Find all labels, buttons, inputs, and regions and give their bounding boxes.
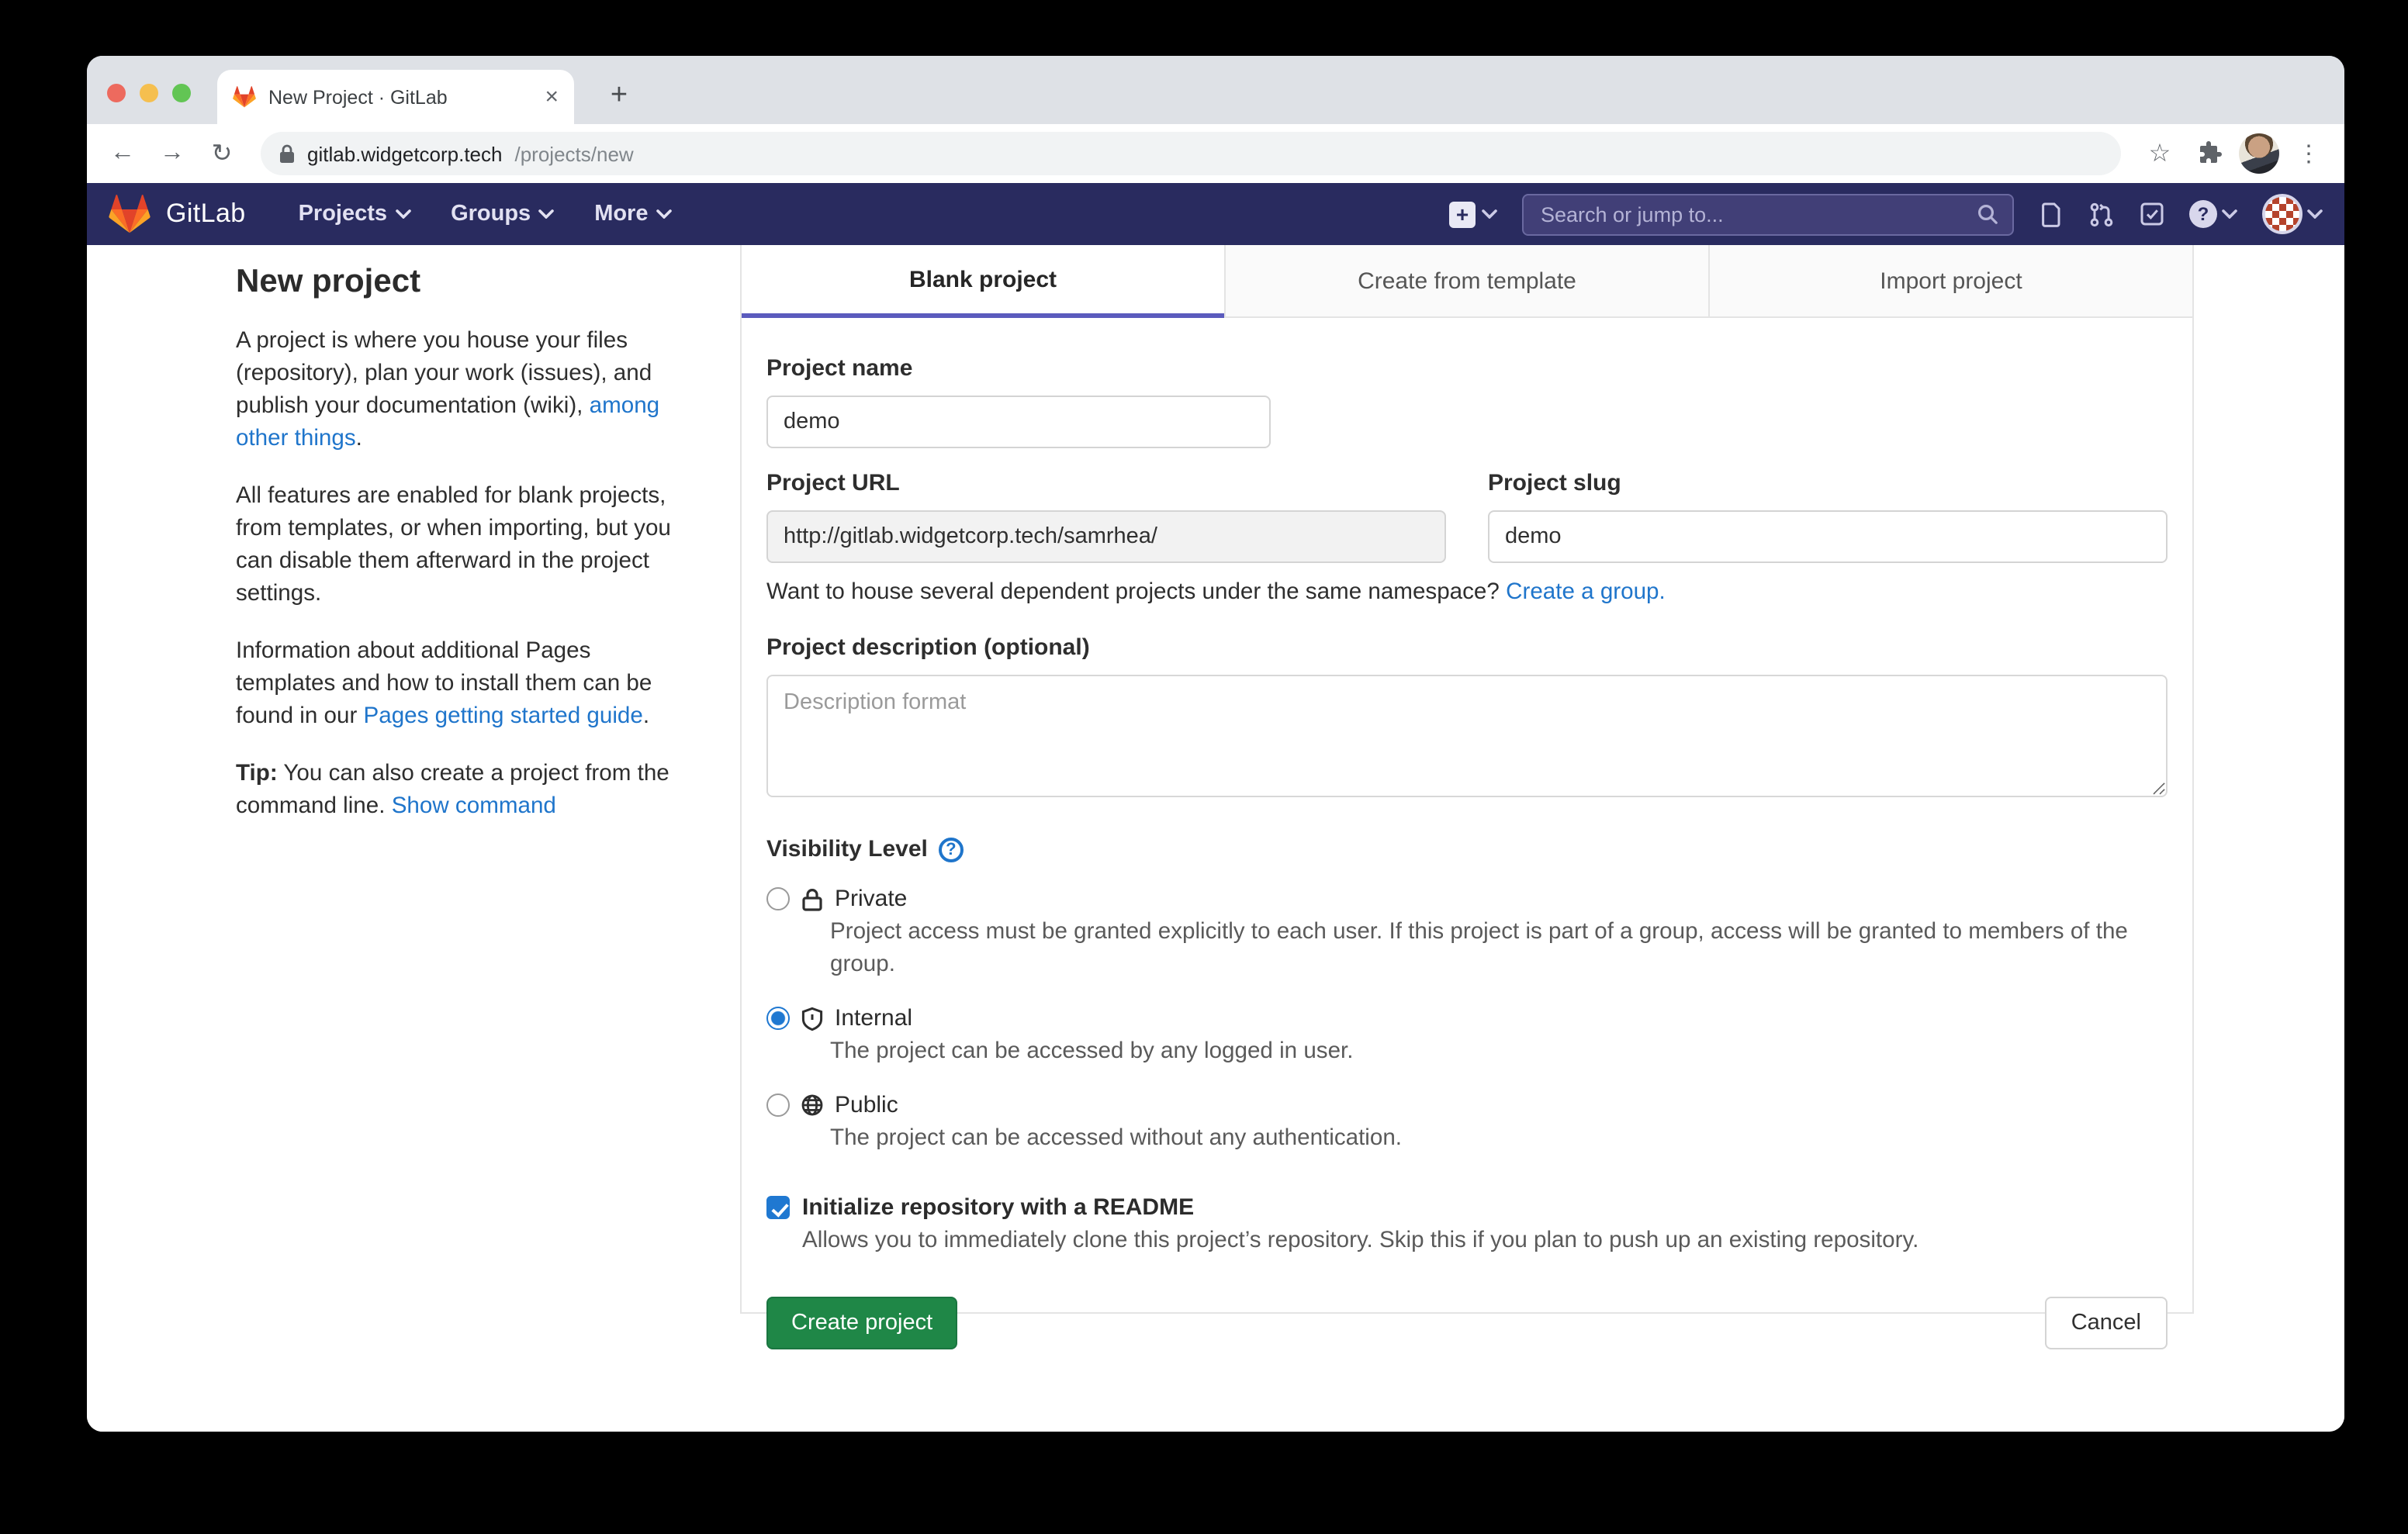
tab-blank-project[interactable]: Blank project: [742, 245, 1224, 318]
browser-actions: ☆ ⋮: [2140, 133, 2329, 174]
extensions-puzzle-icon[interactable]: [2189, 133, 2230, 174]
sidebar-paragraph: Information about additional Pages templ…: [236, 636, 689, 734]
lock-icon: [801, 886, 824, 911]
project-slug-input[interactable]: [1488, 510, 2168, 563]
issues-icon[interactable]: [2039, 201, 2064, 227]
gitlab-tanuki-icon: [109, 194, 150, 234]
private-label[interactable]: Private: [835, 886, 907, 912]
user-menu-button[interactable]: [2262, 194, 2323, 234]
form-actions: Create project Cancel: [766, 1297, 2168, 1349]
internal-label[interactable]: Internal: [835, 1005, 912, 1031]
screen: New Project · GitLab × + ← → ↻ gitlab.wi…: [0, 0, 2408, 1534]
browser-profile-avatar[interactable]: [2239, 133, 2279, 174]
project-url-label: Project URL: [766, 470, 1446, 496]
reload-icon[interactable]: ↻: [202, 133, 242, 174]
new-menu-button[interactable]: +: [1449, 201, 1497, 227]
new-project-panel: Blank project Create from template Impor…: [740, 245, 2194, 1314]
browser-toolbar: ← → ↻ gitlab.widgetcorp.tech/projects/ne…: [87, 124, 2344, 183]
show-command-link[interactable]: Show command: [392, 794, 556, 819]
search-input[interactable]: [1538, 201, 1967, 227]
project-slug-label: Project slug: [1488, 470, 2168, 496]
bookmark-star-icon[interactable]: ☆: [2140, 133, 2180, 174]
visibility-option-public: Public The project can be accessed witho…: [766, 1092, 2168, 1156]
nav-item-groups[interactable]: Groups: [451, 202, 554, 226]
project-name-input[interactable]: [766, 396, 1271, 448]
gitlab-wordmark: GitLab: [166, 199, 246, 230]
address-bar[interactable]: gitlab.widgetcorp.tech/projects/new: [261, 132, 2121, 175]
pages-guide-link[interactable]: Pages getting started guide: [364, 704, 643, 729]
nav-menu: Projects Groups More: [299, 202, 672, 226]
gitlab-logo[interactable]: GitLab: [109, 194, 246, 234]
gitlab-navbar: GitLab Projects Groups More +: [87, 183, 2344, 245]
globe-icon: [801, 1093, 824, 1117]
minimize-window-button[interactable]: [140, 84, 158, 102]
help-icon: ?: [2189, 200, 2217, 228]
create-a-group-link[interactable]: Create a group.: [1506, 580, 1666, 605]
merge-requests-icon[interactable]: [2088, 201, 2115, 227]
public-radio[interactable]: [766, 1093, 790, 1117]
search-icon: [1977, 203, 1998, 225]
visibility-option-private: Private Project access must be granted e…: [766, 886, 2168, 982]
browser-menu-icon[interactable]: ⋮: [2289, 133, 2329, 174]
forward-icon[interactable]: →: [152, 133, 192, 174]
help-menu-button[interactable]: ?: [2189, 200, 2237, 228]
readme-section: Initialize repository with a README Allo…: [766, 1194, 2168, 1253]
initialize-readme-checkbox[interactable]: [766, 1196, 790, 1219]
nav-right: +: [1449, 193, 2323, 235]
project-description-label: Project description (optional): [766, 634, 2168, 661]
close-window-button[interactable]: [107, 84, 126, 102]
browser-tab[interactable]: New Project · GitLab ×: [217, 70, 574, 124]
private-description: Project access must be granted explicitl…: [830, 917, 2141, 982]
page-sidebar: New project A project is where you house…: [236, 251, 689, 848]
project-type-tabs: Blank project Create from template Impor…: [742, 245, 2192, 318]
browser-window: New Project · GitLab × + ← → ↻ gitlab.wi…: [87, 56, 2344, 1432]
public-label[interactable]: Public: [835, 1092, 898, 1118]
page-content: New project A project is where you house…: [87, 245, 2344, 1432]
back-icon[interactable]: ←: [102, 133, 143, 174]
project-description-textarea[interactable]: [766, 675, 2168, 797]
tab-close-icon[interactable]: ×: [545, 85, 559, 109]
blank-project-form: Project name Project URL Project slug Wa…: [742, 318, 2192, 1349]
page-title: New project: [236, 264, 689, 301]
gitlab-favicon-icon: [233, 85, 256, 109]
cancel-button[interactable]: Cancel: [2045, 1297, 2168, 1349]
namespace-hint: Want to house several dependent projects…: [766, 580, 2168, 605]
traffic-lights: [107, 84, 191, 102]
internal-radio[interactable]: [766, 1007, 790, 1030]
url-host: gitlab.widgetcorp.tech: [307, 142, 503, 165]
browser-tab-strip: New Project · GitLab × +: [87, 56, 2344, 124]
sidebar-paragraph: A project is where you house your files …: [236, 326, 689, 456]
project-url-input[interactable]: [766, 510, 1446, 563]
url-path: /projects/new: [515, 142, 634, 165]
internal-description: The project can be accessed by any logge…: [830, 1036, 2141, 1069]
create-project-button[interactable]: Create project: [766, 1297, 957, 1349]
visibility-option-internal: Internal The project can be accessed by …: [766, 1005, 2168, 1069]
readme-description: Allows you to immediately clone this pro…: [802, 1228, 2168, 1253]
new-tab-button[interactable]: +: [599, 76, 639, 116]
padlock-icon: [279, 144, 295, 163]
nav-item-more[interactable]: More: [594, 202, 671, 226]
visibility-help-icon[interactable]: ?: [939, 837, 964, 862]
private-radio[interactable]: [766, 887, 790, 910]
sidebar-tip: Tip: You can also create a project from …: [236, 758, 689, 824]
project-name-label: Project name: [766, 355, 2168, 382]
plus-square-icon: +: [1449, 201, 1476, 227]
browser-tab-title: New Project · GitLab: [268, 86, 532, 108]
public-description: The project can be accessed without any …: [830, 1123, 2141, 1156]
todos-icon[interactable]: [2140, 202, 2164, 226]
nav-item-projects[interactable]: Projects: [299, 202, 410, 226]
shield-icon: [801, 1006, 824, 1031]
initialize-readme-label[interactable]: Initialize repository with a README: [802, 1194, 1194, 1221]
user-avatar: [2262, 194, 2302, 234]
search-box[interactable]: [1522, 193, 2014, 235]
tab-import-project[interactable]: Import project: [1708, 245, 2192, 318]
zoom-window-button[interactable]: [172, 84, 191, 102]
visibility-level-label: Visibility Level: [766, 836, 928, 862]
sidebar-paragraph: All features are enabled for blank proje…: [236, 481, 689, 611]
tab-create-from-template[interactable]: Create from template: [1224, 245, 1708, 318]
